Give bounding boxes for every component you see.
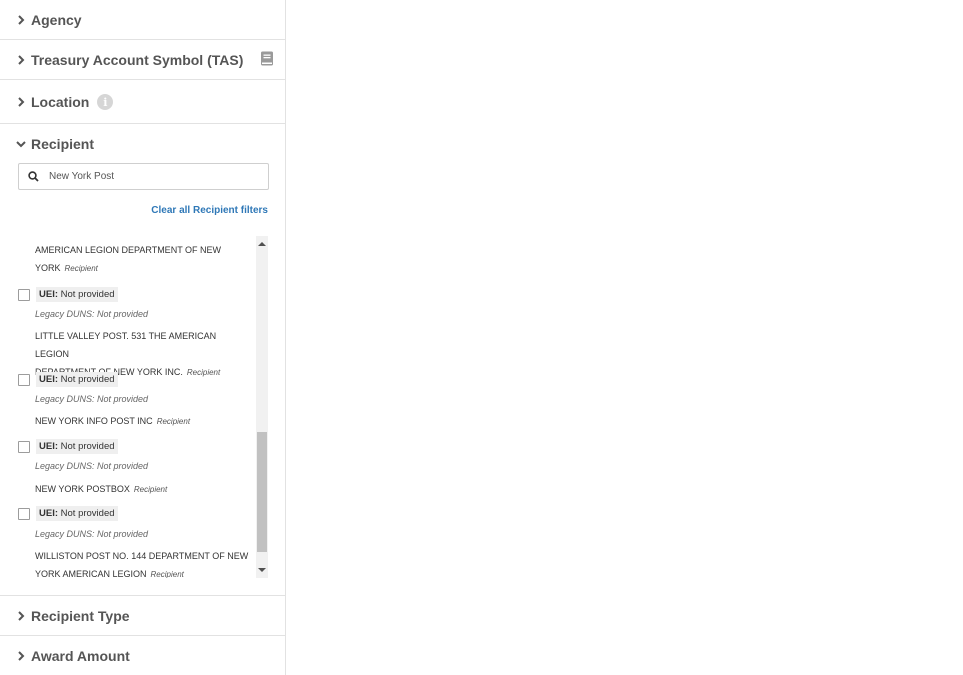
recipient-list-scrollbar[interactable]	[256, 236, 268, 578]
uei-badge: UEI: Not provided	[36, 372, 118, 387]
recipient-tag: Recipient	[64, 264, 98, 273]
recipient-name: YORK	[35, 263, 61, 273]
chevron-right-icon	[15, 96, 27, 108]
list-item[interactable]: UEI: Not provided	[18, 506, 118, 521]
recipient-search	[18, 163, 269, 190]
accordion-award-amount[interactable]: Award Amount	[0, 636, 286, 675]
accordion-location[interactable]: Location i	[0, 80, 286, 124]
recipient-checkbox[interactable]	[18, 373, 30, 386]
recipient-list: AMERICAN LEGION DEPARTMENT OF NEW YORK Re…	[18, 236, 269, 578]
chevron-right-icon	[15, 610, 27, 622]
recipient-tag: Recipient	[156, 417, 191, 426]
duns-text: Legacy DUNS: Not provided	[35, 394, 149, 404]
duns-text: Legacy DUNS: Not provided	[35, 309, 149, 319]
accordion-agency-label: Agency	[31, 12, 82, 28]
list-item[interactable]: UEI: Not provided	[18, 439, 118, 454]
clear-recipient-filters-link[interactable]: Clear all Recipient filters	[151, 205, 268, 216]
scroll-thumb[interactable]	[257, 432, 267, 552]
uei-badge: UEI: Not provided	[36, 287, 118, 302]
search-icon	[28, 171, 39, 182]
recipient-checkbox[interactable]	[18, 507, 30, 520]
accordion-award-amount-label: Award Amount	[31, 647, 130, 664]
duns-text: Legacy DUNS: Not provided	[35, 529, 149, 539]
scroll-down-arrow-icon[interactable]	[256, 564, 268, 576]
recipient-tag: Recipient	[186, 368, 221, 377]
accordion-tas-label: Treasury Account Symbol (TAS)	[31, 52, 244, 68]
recipient-name-block: NEW YORK INFO POST INC Recipient	[35, 412, 250, 431]
recipient-tag: Recipient	[133, 485, 168, 494]
recipient-name-block: NEW YORK POSTBOX Recipient	[35, 480, 250, 499]
uei-badge: UEI: Not provided	[36, 439, 118, 454]
recipient-name: LITTLE VALLEY POST. 531 THE AMERICAN LEG…	[35, 331, 217, 359]
uei-badge: UEI: Not provided	[36, 506, 118, 521]
chevron-right-icon	[15, 14, 27, 26]
recipient-name: YORK AMERICAN LEGION	[35, 569, 147, 578]
recipient-name: WILLISTON POST NO. 144 DEPARTMENT OF NEW	[35, 551, 249, 561]
list-item[interactable]: UEI: Not provided	[18, 287, 118, 302]
recipient-checkbox[interactable]	[18, 288, 30, 301]
scroll-up-arrow-icon[interactable]	[256, 238, 268, 250]
accordion-tas[interactable]: Treasury Account Symbol (TAS)	[0, 40, 286, 80]
info-icon[interactable]: i	[97, 94, 114, 110]
recipient-name-block: WILLISTON POST NO. 144 DEPARTMENT OF NEW…	[35, 547, 250, 578]
chevron-right-icon	[15, 54, 27, 66]
filter-sidebar: Agency Treasury Account Symbol (TAS) Loc…	[0, 0, 286, 675]
duns-text: Legacy DUNS: Not provided	[35, 461, 149, 471]
book-icon[interactable]	[261, 51, 273, 69]
accordion-recipient-type[interactable]: Recipient Type	[0, 596, 286, 636]
chevron-down-icon	[15, 138, 27, 150]
accordion-recipient[interactable]: Recipient	[0, 124, 286, 164]
list-item[interactable]: UEI: Not provided	[18, 372, 118, 387]
accordion-recipient-type-label: Recipient Type	[31, 608, 130, 624]
recipient-tag: Recipient	[150, 570, 184, 578]
accordion-agency[interactable]: Agency	[0, 0, 286, 40]
accordion-recipient-label: Recipient	[31, 136, 95, 152]
accordion-location-label: Location	[31, 94, 90, 110]
recipient-checkbox[interactable]	[18, 440, 30, 453]
recipient-name: AMERICAN LEGION DEPARTMENT OF NEW	[35, 245, 222, 255]
recipient-search-input[interactable]	[47, 170, 251, 183]
recipient-name: NEW YORK INFO POST INC	[35, 416, 153, 426]
list-item: AMERICAN LEGION DEPARTMENT OF NEW YORK Re…	[35, 241, 250, 278]
chevron-right-icon	[15, 650, 27, 662]
recipient-name: NEW YORK POSTBOX	[35, 484, 130, 494]
